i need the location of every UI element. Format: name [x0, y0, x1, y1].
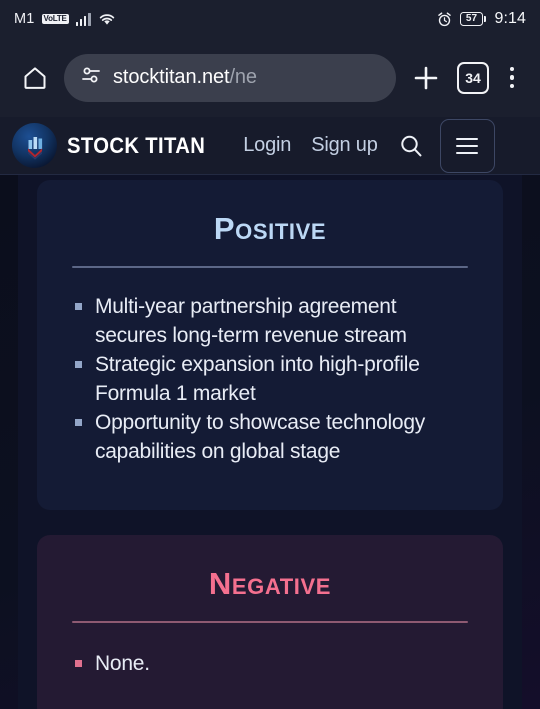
positive-bullet-list: Multi-year partnership agreement secures…	[37, 292, 503, 466]
status-bar-right: 57 9:14	[437, 10, 526, 28]
url-path: /ne	[229, 66, 257, 88]
status-bar-left: M1 VoLTE	[14, 11, 116, 27]
positive-card-title: Positive	[213, 211, 327, 246]
volte-badge: VoLTE	[41, 13, 69, 25]
plus-icon[interactable]	[404, 56, 448, 100]
stock-titan-logo-icon[interactable]	[12, 123, 57, 168]
status-bar: M1 VoLTE 57 9:14	[0, 0, 540, 38]
url-text[interactable]: stocktitan.net/ne	[113, 66, 257, 89]
negative-card-divider	[72, 621, 468, 623]
list-item: Multi-year partnership agreement secures…	[73, 292, 471, 350]
negative-card-title: Negative	[208, 566, 332, 601]
brand-wordmark[interactable]: STOCK TITAN	[67, 133, 205, 159]
wifi-icon	[98, 12, 116, 26]
battery-percent-label: 57	[465, 13, 478, 24]
site-header: STOCK TITAN Login Sign up	[0, 117, 540, 175]
tune-icon[interactable]	[80, 65, 102, 90]
tab-count-label: 34	[465, 69, 481, 86]
alarm-clock-icon	[437, 11, 452, 27]
battery-indicator: 57	[459, 12, 487, 26]
browser-toolbar: stocktitan.net/ne 34	[0, 38, 540, 117]
negative-card: Negative None.	[37, 535, 503, 709]
list-item: Opportunity to showcase technology capab…	[73, 408, 471, 466]
url-host: stocktitan.net	[113, 66, 230, 88]
negative-bullet-list: None.	[37, 649, 503, 678]
url-bar[interactable]: stocktitan.net/ne	[64, 53, 396, 102]
three-dot-menu-icon[interactable]	[498, 56, 526, 100]
screen: M1 VoLTE 57 9:14 stocktitan.net/ne 34 ST…	[0, 0, 540, 709]
home-icon[interactable]	[14, 57, 56, 99]
signal-bars-icon	[75, 12, 91, 26]
hamburger-menu-icon[interactable]	[439, 118, 495, 173]
positive-card: Positive Multi-year partnership agreemen…	[37, 180, 503, 510]
clock-label: 9:14	[494, 10, 526, 27]
header-nav: Login Sign up	[243, 134, 378, 157]
article-content: Positive Multi-year partnership agreemen…	[18, 175, 522, 709]
search-icon[interactable]	[396, 131, 426, 161]
list-item: Strategic expansion into high-profile Fo…	[73, 350, 471, 408]
tab-counter-button[interactable]: 34	[457, 61, 489, 94]
login-link[interactable]: Login	[243, 134, 291, 157]
page-scroll-area[interactable]: Positive Multi-year partnership agreemen…	[0, 175, 540, 709]
carrier-label: M1	[14, 11, 35, 27]
list-item: None.	[73, 649, 471, 678]
signup-link[interactable]: Sign up	[311, 134, 378, 157]
positive-card-divider	[72, 266, 468, 268]
